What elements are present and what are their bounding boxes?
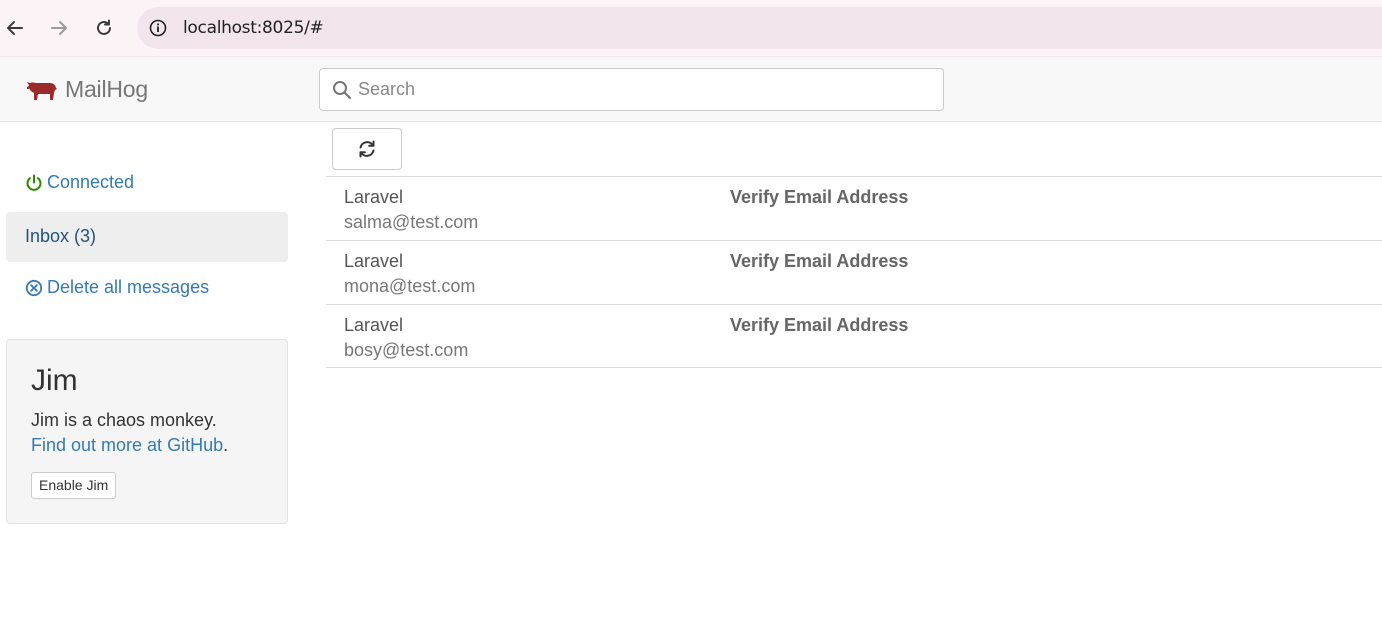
- message-row[interactable]: Laravel mona@test.com Verify Email Addre…: [326, 240, 1382, 304]
- message-to: salma@test.com: [344, 212, 479, 232]
- url-text[interactable]: localhost:8025/#: [183, 18, 324, 38]
- power-icon: [26, 174, 42, 191]
- reload-icon: [97, 19, 111, 35]
- back-button[interactable]: [1, 14, 29, 42]
- connected-label: Connected: [47, 172, 135, 192]
- message-row[interactable]: Laravel salma@test.com Verify Email Addr…: [326, 176, 1382, 240]
- message-row[interactable]: Laravel bosy@test.com Verify Email Addre…: [326, 304, 1382, 368]
- back-arrow-icon: [7, 21, 23, 35]
- app-navbar: MailHog: [0, 57, 1382, 122]
- jim-description: Jim is a chaos monkey.: [31, 410, 217, 430]
- jim-link-line: Find out more at GitHub.: [31, 435, 228, 456]
- message-subject: Verify Email Address: [730, 187, 909, 207]
- jim-link-suffix: .: [223, 435, 229, 455]
- jim-title: Jim: [31, 364, 78, 397]
- connected-status-link[interactable]: Connected: [25, 172, 134, 193]
- sidebar: Connected Inbox (3) Delete all messages …: [0, 122, 300, 638]
- brand-link[interactable]: MailHog: [26, 76, 148, 103]
- github-link[interactable]: Find out more at GitHub: [31, 435, 223, 455]
- search-box[interactable]: [319, 68, 944, 111]
- message-subject: Verify Email Address: [730, 251, 909, 271]
- forward-button[interactable]: [45, 14, 73, 42]
- sidebar-item-inbox[interactable]: Inbox (3): [6, 212, 288, 262]
- refresh-icon: [359, 140, 375, 158]
- message-to: bosy@test.com: [344, 340, 469, 360]
- pig-logo-icon: [27, 81, 57, 100]
- search-icon: [333, 81, 352, 100]
- message-from: Laravel: [344, 315, 404, 335]
- message-list: Laravel salma@test.com Verify Email Addr…: [326, 176, 1382, 368]
- message-from: Laravel: [344, 251, 404, 271]
- message-to: mona@test.com: [344, 276, 476, 296]
- browser-toolbar: localhost:8025/#: [0, 0, 1382, 57]
- address-bar[interactable]: localhost:8025/#: [137, 7, 1382, 49]
- message-subject: Verify Email Address: [730, 315, 909, 335]
- refresh-button[interactable]: [332, 128, 402, 170]
- search-input[interactable]: [358, 69, 938, 110]
- jim-panel: Jim Jim is a chaos monkey. Find out more…: [6, 339, 288, 524]
- delete-all-messages-link[interactable]: Delete all messages: [25, 277, 209, 298]
- inbox-label: Inbox (3): [25, 226, 97, 246]
- brand-name: MailHog: [65, 76, 148, 102]
- forward-arrow-icon: [51, 21, 67, 35]
- message-from: Laravel: [344, 187, 404, 207]
- info-icon[interactable]: [149, 19, 167, 37]
- enable-jim-button[interactable]: Enable Jim: [31, 472, 117, 499]
- reload-button[interactable]: [90, 14, 118, 42]
- circle-x-icon: [25, 279, 43, 296]
- delete-all-label: Delete all messages: [47, 277, 210, 297]
